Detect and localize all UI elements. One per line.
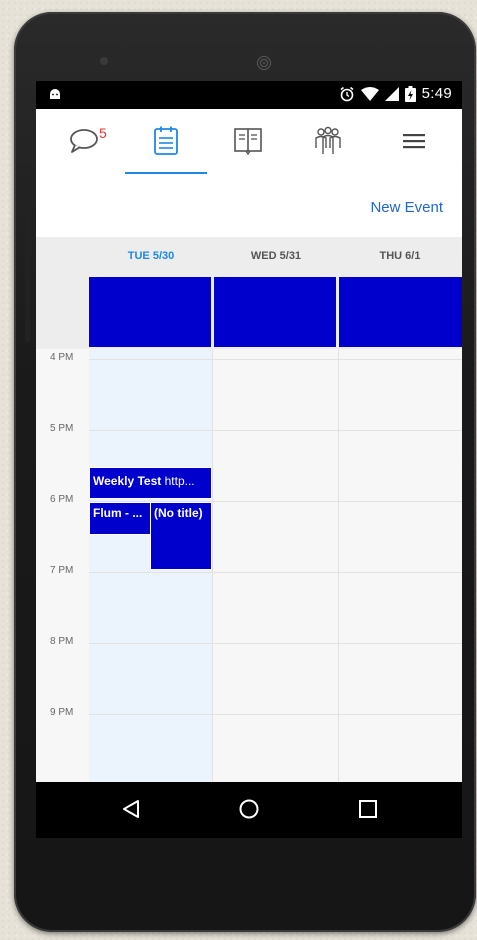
event-weekly-test[interactable]: Weekly Test http... [89, 467, 212, 499]
new-event-button[interactable]: New Event [370, 199, 443, 216]
hour-label: 9 PM [50, 707, 74, 718]
all-day-event-thu[interactable] [339, 277, 462, 347]
event-title: (No title) [154, 506, 203, 520]
event-no-title[interactable]: (No title) [150, 502, 212, 570]
messages-badge: 5 [99, 125, 107, 141]
alarm-icon [340, 86, 354, 101]
status-time: 5:49 [421, 85, 452, 102]
signal-icon [384, 86, 399, 101]
status-bar: 5:49 [36, 81, 462, 109]
nav-selected-indicator [125, 172, 207, 174]
calendar-list-icon [154, 126, 178, 155]
hour-line [89, 359, 462, 360]
status-icons: 5:49 [339, 85, 452, 102]
top-navigation: 5 [36, 109, 462, 177]
nav-calendar[interactable] [148, 123, 184, 159]
hour-label: 5 PM [50, 423, 74, 434]
hour-label: 4 PM [50, 352, 74, 363]
back-icon[interactable] [120, 798, 142, 820]
recents-icon[interactable] [357, 798, 379, 820]
time-grid[interactable]: 4 PM 5 PM 6 PM 7 PM 8 PM 9 PM Weekly Tes… [36, 349, 462, 782]
hour-line [89, 714, 462, 715]
column-divider [338, 349, 339, 782]
day-header-wed[interactable]: WED 5/31 [214, 250, 338, 262]
nav-directory[interactable] [230, 123, 266, 159]
column-divider [212, 349, 213, 782]
nav-messages[interactable] [66, 123, 102, 159]
wifi-icon [360, 86, 379, 101]
day-header-thu[interactable]: THU 6/1 [338, 250, 462, 262]
chat-bubble-icon [70, 129, 98, 153]
earpiece-speaker [256, 55, 272, 71]
event-title: Flum - ... [93, 506, 143, 520]
front-camera [100, 57, 108, 65]
nav-menu[interactable] [398, 123, 430, 159]
hamburger-icon [403, 134, 425, 149]
system-navigation-bar [36, 782, 462, 838]
all-day-event-tue[interactable] [89, 277, 211, 347]
all-day-event-wed[interactable] [214, 277, 336, 347]
event-flum[interactable]: Flum - ... [89, 502, 151, 535]
phone-screen: 5:49 5 New Event TUE 5/30 WED 5/31 THU 6… [36, 81, 462, 838]
home-icon[interactable] [238, 798, 260, 820]
hour-label: 7 PM [50, 565, 74, 576]
hour-label: 6 PM [50, 494, 74, 505]
event-detail: http... [164, 474, 195, 488]
calendar-day-header: TUE 5/30 WED 5/31 THU 6/1 [36, 237, 462, 277]
hour-line [89, 643, 462, 644]
android-icon [50, 89, 60, 99]
hour-line [89, 430, 462, 431]
day-header-tue[interactable]: TUE 5/30 [89, 250, 213, 262]
people-icon [315, 126, 341, 154]
book-icon [234, 128, 262, 155]
battery-icon [404, 85, 416, 102]
hour-line [89, 572, 462, 573]
hour-label: 8 PM [50, 636, 74, 647]
event-title: Weekly Test [93, 474, 162, 488]
all-day-row [36, 277, 462, 349]
action-row: New Event [36, 177, 462, 237]
side-button [25, 197, 30, 342]
nav-groups[interactable] [310, 123, 346, 159]
